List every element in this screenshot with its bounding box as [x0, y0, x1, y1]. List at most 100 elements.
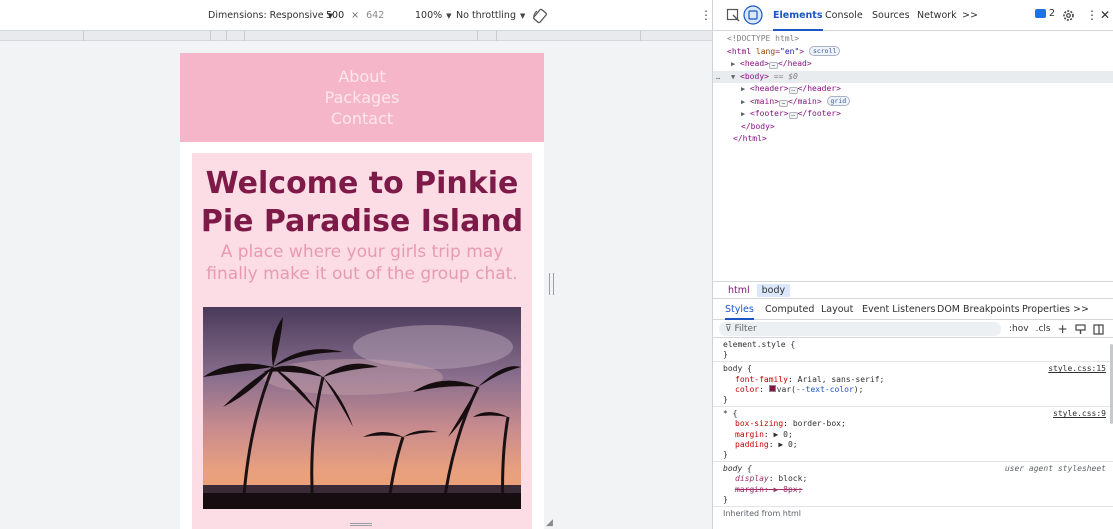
- collapsed-ellipsis-icon[interactable]: …: [768, 62, 778, 69]
- tab-layout[interactable]: Layout: [821, 299, 853, 320]
- dom-node-main[interactable]: ▶ <main>… </main> grid: [713, 95, 1113, 109]
- expand-triangle-icon[interactable]: ▶: [741, 98, 745, 106]
- site-header: About Packages Contact: [180, 53, 544, 142]
- prop-margin[interactable]: margin: ▶ 0;: [723, 430, 1104, 440]
- prop-margin-overridden: margin: ▶ 8px;: [735, 484, 803, 494]
- rotate-icon: [533, 8, 547, 23]
- dom-node-body[interactable]: … ▼ <body> == $0: [713, 70, 1113, 83]
- nav-link-packages[interactable]: Packages: [180, 88, 544, 107]
- more-subtabs-icon[interactable]: >>: [1073, 299, 1089, 320]
- new-rule-icon[interactable]: +: [1058, 322, 1068, 336]
- device-toolbar-icon[interactable]: [743, 5, 763, 25]
- hov-toggle[interactable]: :hov: [1009, 324, 1029, 334]
- height-input[interactable]: 642: [362, 8, 388, 23]
- collapsed-ellipsis-icon[interactable]: …: [788, 87, 798, 94]
- source-link[interactable]: style.css:15: [1048, 364, 1106, 374]
- device-toolbar: Dimensions: Responsive ▼ 500 × 642 100% …: [0, 0, 712, 31]
- prop-box-sizing[interactable]: box-sizing: border-box;: [723, 419, 1104, 429]
- ua-source-label: user agent stylesheet: [1004, 464, 1106, 474]
- cls-toggle[interactable]: .cls: [1036, 324, 1051, 334]
- gutter-dots-icon: …: [716, 72, 721, 81]
- prop-padding[interactable]: padding: ▶ 0;: [723, 440, 1104, 450]
- tab-computed[interactable]: Computed: [765, 299, 814, 320]
- width-input[interactable]: 500: [322, 8, 348, 23]
- breadcrumb: html body: [713, 281, 1113, 299]
- prop-font-family[interactable]: font-family: Arial, sans-serif;: [723, 375, 1104, 385]
- rule-element-style[interactable]: element.style { }: [713, 338, 1113, 363]
- dom-node-html[interactable]: <html lang="en"> scroll: [713, 45, 1113, 59]
- tab-elements[interactable]: Elements: [773, 0, 823, 31]
- throttling-dropdown[interactable]: No throttling ▼: [456, 0, 525, 31]
- filter-tools: :hov .cls +: [1009, 321, 1104, 337]
- collapse-triangle-icon[interactable]: ▼: [731, 73, 735, 81]
- resize-handle-bottom[interactable]: [350, 523, 372, 526]
- chevron-down-icon: ▼: [446, 11, 452, 20]
- expand-triangle-icon[interactable]: ▶: [741, 110, 745, 118]
- color-swatch[interactable]: [768, 384, 776, 392]
- prop-display: display: block;: [735, 474, 808, 484]
- tab-console[interactable]: Console: [825, 0, 863, 31]
- issues-count: 2: [1049, 8, 1056, 19]
- dom-node-head[interactable]: ▶ <head>… </head>: [713, 58, 1113, 71]
- inspect-element-icon[interactable]: [726, 8, 741, 23]
- media-query-ruler[interactable]: [0, 31, 712, 41]
- palm-sunset-image: [203, 307, 521, 509]
- dom-tree: <!DOCTYPE html> <html lang="en"> scroll …: [713, 31, 1113, 281]
- tab-network[interactable]: Network: [917, 0, 957, 31]
- devtools-kebab-icon[interactable]: ⋮: [1086, 0, 1098, 31]
- scroll-badge[interactable]: scroll: [808, 45, 841, 56]
- paint-brush-icon[interactable]: [1075, 323, 1086, 335]
- dom-node-footer[interactable]: ▶ <footer>… </footer>: [713, 108, 1113, 121]
- tab-sources[interactable]: Sources: [872, 0, 910, 31]
- dom-html-close[interactable]: </html>: [713, 133, 1113, 146]
- emulated-page: About Packages Contact Welcome to Pinkie…: [180, 53, 544, 529]
- prop-color[interactable]: color: var(--text-color);: [723, 384, 1104, 395]
- dimensions-dropdown[interactable]: Dimensions: Responsive ▼: [208, 0, 333, 31]
- close-icon[interactable]: ✕: [1100, 0, 1110, 31]
- expand-triangle-icon[interactable]: ▶: [731, 60, 735, 68]
- rule-user-agent[interactable]: user agent stylesheet body { display: bl…: [713, 462, 1113, 508]
- device-viewport-area: Dimensions: Responsive ▼ 500 × 642 100% …: [0, 0, 712, 529]
- filter-input[interactable]: ⊽ Filter: [719, 322, 1001, 336]
- times-separator: ×: [351, 10, 360, 21]
- more-options-icon[interactable]: ⋮: [700, 9, 712, 21]
- rule-body[interactable]: style.css:15 body { font-family: Arial, …: [713, 362, 1113, 408]
- source-link[interactable]: style.css:9: [1053, 409, 1106, 419]
- hero-title: Welcome to Pinkie Pie Paradise Island: [200, 166, 524, 239]
- zoom-dropdown[interactable]: 100% ▼: [415, 0, 452, 31]
- filter-placeholder: Filter: [734, 324, 757, 334]
- chevron-down-icon: ▼: [519, 11, 526, 20]
- throttling-label: No throttling: [456, 10, 516, 21]
- resize-corner-icon[interactable]: ◢: [546, 518, 553, 528]
- dimensions-label: Dimensions: Responsive: [208, 10, 324, 21]
- dom-node-header[interactable]: ▶ <header>… </header>: [713, 83, 1113, 96]
- styles-subtabs: Styles Computed Layout Event Listeners D…: [713, 299, 1113, 320]
- tab-styles[interactable]: Styles: [725, 299, 754, 320]
- nav-link-about[interactable]: About: [180, 67, 544, 86]
- dom-body-close[interactable]: </body>: [713, 121, 1113, 134]
- tab-dom-breakpoints[interactable]: DOM Breakpoints: [937, 299, 1020, 320]
- styles-rules: element.style { } style.css:15 body { fo…: [713, 338, 1113, 529]
- more-tabs-icon[interactable]: >>: [962, 0, 978, 31]
- expand-triangle-icon[interactable]: ▶: [741, 85, 745, 93]
- breadcrumb-body[interactable]: body: [756, 283, 791, 297]
- rule-universal[interactable]: style.css:9 * { box-sizing: border-box; …: [713, 407, 1113, 463]
- zoom-label: 100%: [415, 10, 443, 21]
- resize-handle-right[interactable]: [549, 273, 554, 295]
- filter-icon: ⊽: [725, 324, 732, 334]
- tab-properties[interactable]: Properties: [1022, 299, 1070, 320]
- dom-doctype[interactable]: <!DOCTYPE html>: [713, 33, 1113, 46]
- styles-filter-bar: ⊽ Filter :hov .cls +: [713, 320, 1113, 338]
- toggle-sidebar-icon[interactable]: [1093, 323, 1104, 335]
- tab-event-listeners[interactable]: Event Listeners: [862, 299, 935, 320]
- breadcrumb-html[interactable]: html: [723, 284, 755, 297]
- nav-link-contact[interactable]: Contact: [180, 109, 544, 128]
- grid-badge[interactable]: grid: [826, 95, 851, 106]
- inherited-from-label: Inherited from html: [723, 509, 801, 519]
- devtools-panel: Elements Console Sources Network >> 2 ⋮ …: [712, 0, 1113, 529]
- rotate-button[interactable]: [532, 0, 548, 31]
- collapsed-ellipsis-icon[interactable]: …: [778, 99, 788, 107]
- gear-icon[interactable]: [1061, 8, 1076, 23]
- collapsed-ellipsis-icon[interactable]: …: [788, 112, 798, 119]
- issues-badge[interactable]: 2: [1035, 8, 1055, 19]
